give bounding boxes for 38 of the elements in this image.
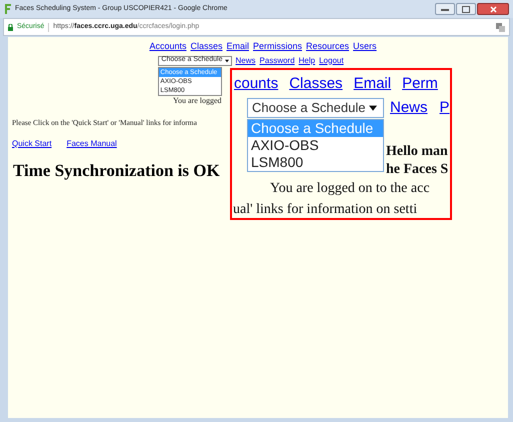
dropdown-option[interactable]: LSM800: [248, 154, 383, 171]
nav-link[interactable]: P: [440, 96, 450, 119]
maximize-icon: [462, 6, 470, 12]
nav-link[interactable]: Perm: [402, 73, 438, 96]
minimize-button[interactable]: [435, 3, 455, 15]
schedule-select[interactable]: Choose a Schedule: [247, 98, 384, 118]
nav-link[interactable]: Email: [226, 40, 249, 54]
caret-icon: [369, 104, 378, 112]
maximize-button[interactable]: [456, 3, 476, 15]
nav-link[interactable]: Permissions: [253, 40, 302, 54]
quick-link[interactable]: Faces Manual: [66, 138, 117, 150]
nav-link[interactable]: counts: [234, 73, 278, 96]
translate-icon[interactable]: [496, 22, 505, 32]
nav-link[interactable]: Resources: [306, 40, 350, 54]
nav-link[interactable]: Logout: [319, 54, 344, 66]
status-heading: Time Synchronization is OK: [13, 160, 220, 180]
close-icon: [490, 6, 496, 12]
nav-link[interactable]: Users: [353, 40, 377, 54]
nav-link[interactable]: Classes: [289, 73, 343, 96]
nav-link[interactable]: Accounts: [149, 40, 186, 54]
page-text: he Faces S: [386, 161, 448, 179]
nav-link[interactable]: Help: [298, 54, 316, 66]
minimize-icon: [441, 7, 449, 11]
page-text: Hello man: [386, 143, 448, 161]
page-text: You are logged on to the acc: [270, 180, 430, 198]
lock-icon: [8, 24, 13, 30]
page-text: ual' links for information on setti: [233, 201, 418, 218]
quick-link[interactable]: Quick Start: [12, 138, 52, 150]
caret-icon: [224, 58, 229, 62]
nav-link[interactable]: Classes: [190, 40, 222, 54]
nav-link[interactable]: News: [236, 54, 256, 66]
close-button[interactable]: [477, 3, 509, 15]
dropdown-option[interactable]: AXIO-OBS: [248, 136, 383, 154]
nav-link[interactable]: Password: [260, 54, 295, 66]
nav-link[interactable]: Email: [354, 73, 392, 96]
app-icon: [4, 4, 11, 14]
nav-link[interactable]: News: [390, 96, 428, 119]
logged-in-text: You are logged: [173, 96, 222, 104]
